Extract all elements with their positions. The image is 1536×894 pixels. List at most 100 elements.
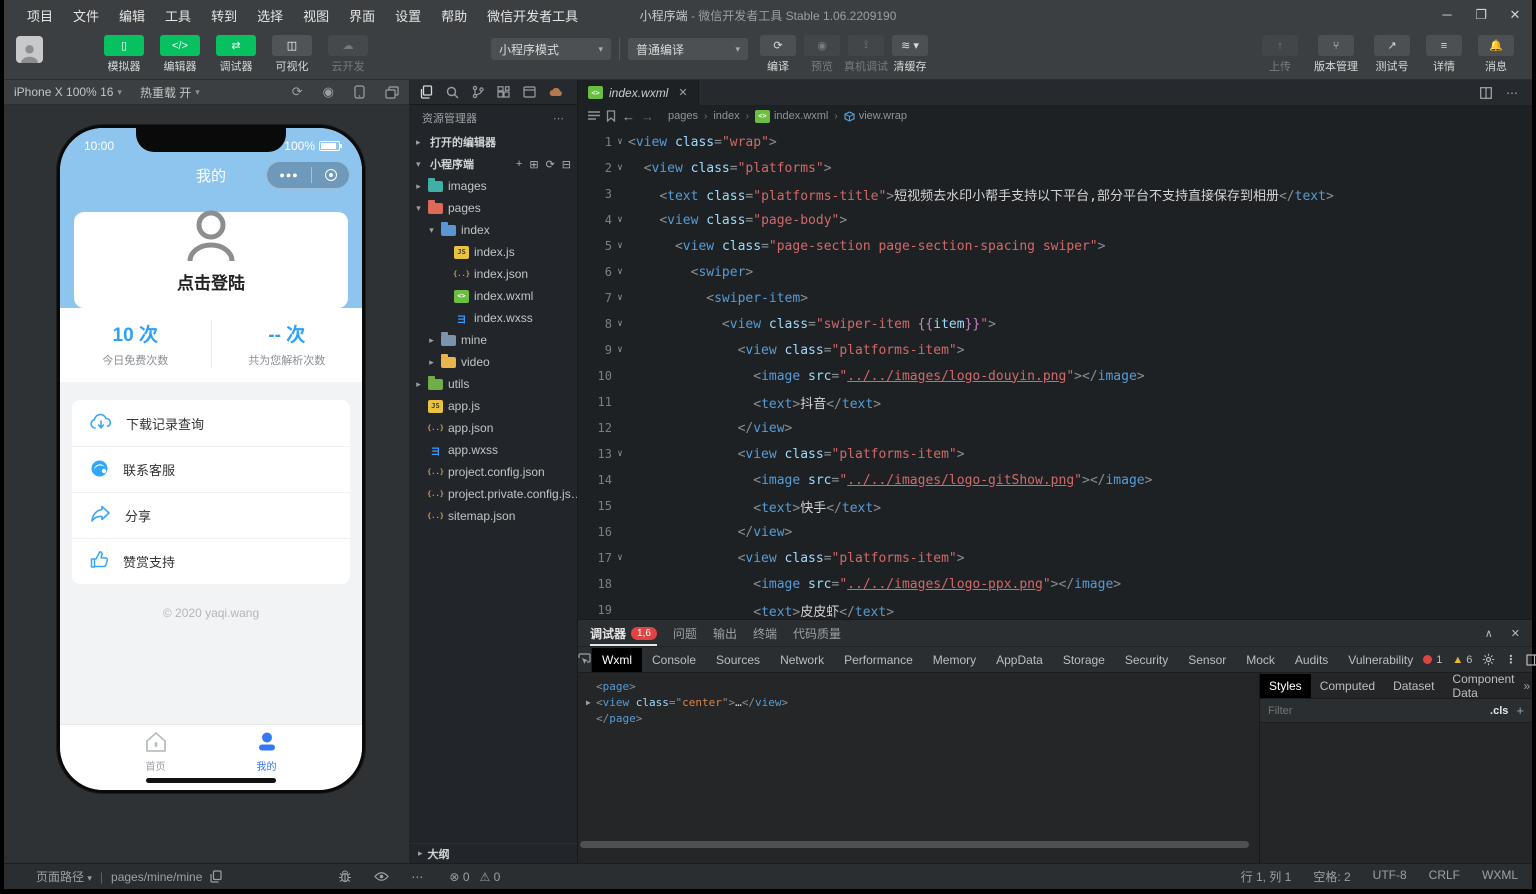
tree-item-utils[interactable]: ▸ utils <box>410 373 577 395</box>
details-button[interactable]: ≡ 详情 <box>1422 35 1466 74</box>
tree-item-mine[interactable]: ▸ mine <box>410 329 577 351</box>
wxml-node[interactable]: ▶ <view class="center">…</view> <box>586 694 1259 710</box>
fold-chevron-icon[interactable]: ∨ <box>612 137 628 147</box>
tab-代码质量[interactable]: 代码质量 <box>793 625 841 642</box>
fold-chevron-icon[interactable]: ∨ <box>612 267 628 277</box>
devtools-tab-Storage[interactable]: Storage <box>1053 648 1115 672</box>
tab-终端[interactable]: 终端 <box>753 625 777 642</box>
devtools-tab-Performance[interactable]: Performance <box>834 648 923 672</box>
code-line-15[interactable]: 15 <text>快手</text> <box>578 493 1532 519</box>
close-icon[interactable]: ✕ <box>1511 627 1520 640</box>
compile-button[interactable]: ⟳ 编译 <box>756 35 800 74</box>
devtools-tab-Audits[interactable]: Audits <box>1285 648 1338 672</box>
menu-视图[interactable]: 视图 <box>294 3 338 28</box>
more-icon[interactable]: ●●● <box>279 170 298 180</box>
version-manage-button[interactable]: ⑂ 版本管理 <box>1310 35 1362 74</box>
tree-item-index.json[interactable]: {..} index.json <box>410 263 577 285</box>
menu-界面[interactable]: 界面 <box>340 3 384 28</box>
tree-item-index.wxml[interactable]: <> index.wxml <box>410 285 577 307</box>
code-line-14[interactable]: 14 <image src="../../images/logo-gitShow… <box>578 467 1532 493</box>
menu-项目[interactable]: 项目 <box>18 3 62 28</box>
eye-icon[interactable] <box>374 871 390 882</box>
toggle-class-button[interactable]: .cls <box>1490 705 1508 717</box>
account-avatar[interactable] <box>16 36 43 63</box>
extensions-icon[interactable] <box>497 85 510 99</box>
menu-lines-icon[interactable] <box>588 111 600 121</box>
language-mode[interactable]: WXML <box>1482 868 1518 885</box>
tree-item-app.json[interactable]: {..} app.json <box>410 417 577 439</box>
login-card[interactable]: 点击登陆 <box>74 210 348 308</box>
open-editors-section[interactable]: ▸ 打开的编辑器 <box>410 131 577 153</box>
search-icon[interactable] <box>446 86 459 99</box>
encoding-setting[interactable]: UTF-8 <box>1373 868 1407 885</box>
fold-chevron-icon[interactable]: ∨ <box>612 163 628 173</box>
tree-item-images[interactable]: ▸ images <box>410 175 577 197</box>
multi-window-icon[interactable] <box>385 85 399 99</box>
npm-cloud-icon[interactable] <box>549 87 563 97</box>
menu-帮助[interactable]: 帮助 <box>432 3 476 28</box>
tab-问题[interactable]: 问题 <box>673 625 697 642</box>
outline-section[interactable]: ▸ 大纲 <box>410 843 577 863</box>
menu-item-donate[interactable]: 赞赏支持 <box>72 538 350 584</box>
code-line-7[interactable]: 7 ∨ <swiper-item> <box>578 285 1532 311</box>
debugger-toggle[interactable]: ⇄ 调试器 <box>213 35 259 74</box>
more-actions-icon[interactable]: ⋯ <box>1506 86 1518 100</box>
overflow-tabs-icon[interactable]: » <box>1523 679 1536 693</box>
breadcrumb-item[interactable]: view.wrap <box>844 110 907 122</box>
menu-item-contact-support[interactable]: 联系客服 <box>72 446 350 492</box>
code-line-9[interactable]: 9 ∨ <view class="platforms-item"> <box>578 337 1532 363</box>
indent-setting[interactable]: 空格: 2 <box>1313 868 1350 885</box>
tree-item-app.js[interactable]: JS app.js <box>410 395 577 417</box>
project-section[interactable]: ▾ 小程序端 + ⊞ ⟳ ⊟ <box>410 153 577 175</box>
breadcrumb-item[interactable]: pages <box>668 110 698 122</box>
exit-miniprogram-icon[interactable] <box>324 169 337 181</box>
record-icon[interactable]: ◉ <box>323 84 334 100</box>
tab-debugger[interactable]: 调试器 1,6 <box>590 620 657 646</box>
collapse-all-icon[interactable]: ⊟ <box>562 158 571 171</box>
code-line-12[interactable]: 12 </view> <box>578 415 1532 441</box>
files-icon[interactable] <box>420 85 433 99</box>
cursor-position[interactable]: 行 1, 列 1 <box>1241 868 1292 885</box>
devtools-tab-AppData[interactable]: AppData <box>986 648 1053 672</box>
code-line-13[interactable]: 13 ∨ <view class="platforms-item"> <box>578 441 1532 467</box>
filter-input[interactable] <box>1268 704 1483 717</box>
menu-文件[interactable]: 文件 <box>64 3 108 28</box>
menu-工具[interactable]: 工具 <box>156 3 200 28</box>
menu-转到[interactable]: 转到 <box>202 3 246 28</box>
fold-chevron-icon[interactable]: ∨ <box>612 293 628 303</box>
add-style-button[interactable]: + <box>1516 703 1524 718</box>
new-file-icon[interactable]: + <box>516 158 522 170</box>
tree-item-app.wxss[interactable]: ヨ app.wxss <box>410 439 577 461</box>
tab-输出[interactable]: 输出 <box>713 625 737 642</box>
tree-item-index.js[interactable]: JS index.js <box>410 241 577 263</box>
devtools-tab-Network[interactable]: Network <box>770 648 834 672</box>
tree-item-sitemap.json[interactable]: {..} sitemap.json <box>410 505 577 527</box>
menu-item-download-history[interactable]: 下载记录查询 <box>72 400 350 446</box>
code-line-8[interactable]: 8 ∨ <view class="swiper-item {{item}}"> <box>578 311 1532 337</box>
devtools-tab-Console[interactable]: Console <box>642 648 706 672</box>
dock-icon[interactable] <box>1526 653 1536 666</box>
simulator-toggle[interactable]: ▯ 模拟器 <box>101 35 147 74</box>
breadcrumb-item[interactable]: <> index.wxml <box>754 109 828 123</box>
new-folder-icon[interactable]: ⊞ <box>529 158 538 171</box>
menu-微信开发者工具[interactable]: 微信开发者工具 <box>478 3 587 28</box>
code-line-17[interactable]: 17 ∨ <view class="platforms-item"> <box>578 545 1532 571</box>
code-line-1[interactable]: 1 ∨ <view class="wrap"> <box>578 129 1532 155</box>
split-editor-icon[interactable] <box>1480 86 1492 99</box>
forward-icon[interactable]: → <box>641 109 654 124</box>
styles-tab-dataset[interactable]: Dataset <box>1384 674 1443 698</box>
bug-icon[interactable] <box>338 870 352 883</box>
test-account-button[interactable]: ↗ 测试号 <box>1370 35 1414 74</box>
login-button-label[interactable]: 点击登陆 <box>177 269 245 294</box>
code-editor[interactable]: 1 ∨ <view class="wrap"> 2 ∨ <view class="pla… <box>578 127 1532 620</box>
devtools-tab-Sensor[interactable]: Sensor <box>1178 648 1236 672</box>
horizontal-scrollbar[interactable] <box>580 840 1257 849</box>
code-line-4[interactable]: 4 ∨ <view class="page-body"> <box>578 207 1532 233</box>
fold-chevron-icon[interactable]: ∨ <box>612 215 628 225</box>
collapse-icon[interactable]: ∧ <box>1485 627 1493 640</box>
mode-select[interactable]: 小程序模式 ▾ <box>491 38 611 60</box>
fold-chevron-icon[interactable]: ∨ <box>612 241 628 251</box>
code-line-3[interactable]: 3 <text class="platforms-title">短视频去水印小帮… <box>578 181 1532 207</box>
wxml-tree-view[interactable]: <page> ▶ <view class="center">…</view> </p… <box>578 673 1260 863</box>
minimize-button[interactable]: ─ <box>1430 4 1464 26</box>
